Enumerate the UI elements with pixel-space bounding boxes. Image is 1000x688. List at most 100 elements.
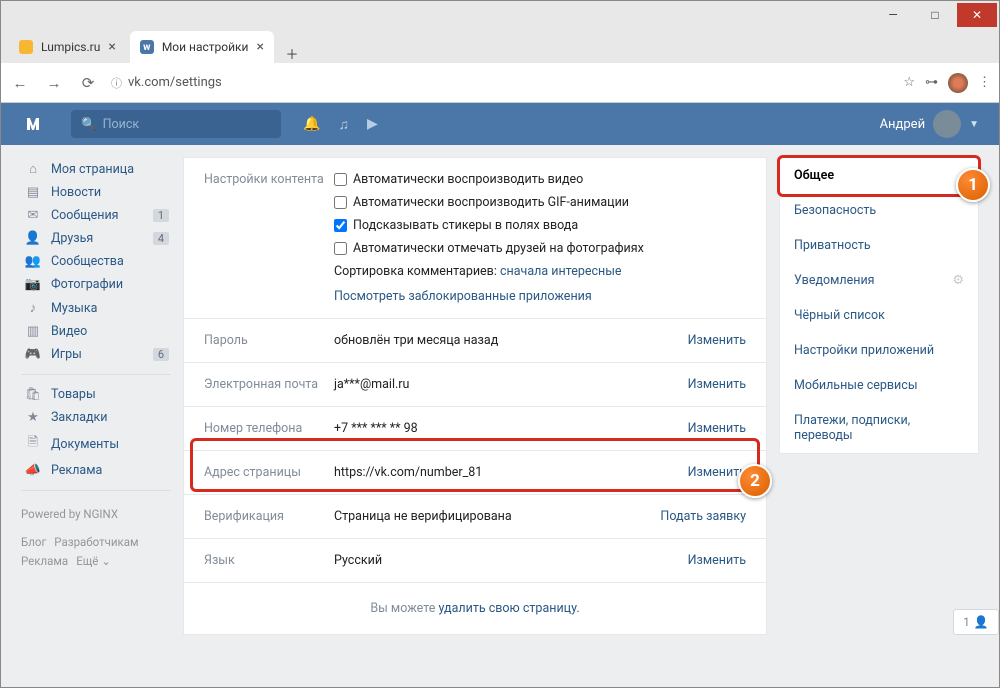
settings-nav-label: Уведомления xyxy=(794,273,875,288)
close-button[interactable]: ✕ xyxy=(957,3,997,27)
sidebar-item-music[interactable]: ♪ Музыка xyxy=(21,296,171,320)
content-checkbox[interactable]: Автоматически воспроизводить видео xyxy=(334,172,746,187)
sidebar-item-friends[interactable]: 👤 Друзья 4 xyxy=(21,227,171,250)
checkbox-input[interactable] xyxy=(334,242,347,255)
settings-nav-label: Общее xyxy=(794,168,834,183)
music-player-icon[interactable]: ♫ xyxy=(338,116,349,133)
ads-icon: 📣 xyxy=(23,463,43,478)
sidebar-item-news[interactable]: ▤ Новости xyxy=(21,181,171,204)
play-icon[interactable]: ▶ xyxy=(367,116,378,133)
back-button[interactable]: ← xyxy=(9,72,31,94)
address-bar[interactable]: ⓘ vk.com/settings xyxy=(111,75,891,91)
browser-menu-button[interactable]: ⋮ xyxy=(978,75,991,90)
settings-nav-item[interactable]: Чёрный список xyxy=(780,298,978,333)
sidebar-item-ads[interactable]: 📣 Реклама xyxy=(21,459,171,482)
sidebar-item-photos[interactable]: 📷 Фотографии xyxy=(21,273,171,296)
url-text: vk.com/settings xyxy=(128,75,222,90)
delete-prefix: Вы можете xyxy=(370,601,438,616)
tab-close-icon[interactable]: × xyxy=(256,39,263,55)
browser-tab-strip: Lumpics.ru × w Мои настройки × ＋ xyxy=(1,29,999,63)
settings-nav-item[interactable]: Общее xyxy=(780,158,978,193)
sidebar-badge: 6 xyxy=(153,348,169,361)
checkbox-input[interactable] xyxy=(334,219,347,232)
key-icon[interactable]: ⊶ xyxy=(925,75,938,90)
settings-main-panel: Настройки контента Автоматически воспрои… xyxy=(183,157,767,635)
row-action-link[interactable]: Изменить xyxy=(646,421,746,436)
star-icon[interactable]: ☆ xyxy=(903,75,915,90)
market-icon: 🛍 xyxy=(23,387,43,402)
footer-link[interactable]: Реклама xyxy=(21,552,68,570)
sidebar-item-docs[interactable]: 🗎 Документы xyxy=(21,429,171,459)
content-checkbox[interactable]: Подсказывать стикеры в полях ввода xyxy=(334,218,746,233)
sidebar-badge: 4 xyxy=(153,232,169,245)
row-action-link[interactable]: Изменить xyxy=(646,553,746,568)
content-checkbox[interactable]: Автоматически отмечать друзей на фотогра… xyxy=(334,241,746,256)
profile-avatar-button[interactable] xyxy=(948,73,968,93)
row-value: обновлён три месяца назад xyxy=(334,333,646,348)
scroll-top-counter[interactable]: 1 👤 xyxy=(953,609,999,635)
vk-logo-icon[interactable] xyxy=(21,109,51,139)
settings-row: Электронная почта ja***@mail.ru Изменить xyxy=(184,363,766,407)
checkbox-label: Подсказывать стикеры в полях ввода xyxy=(353,218,578,233)
gear-icon[interactable]: ⚙ xyxy=(952,273,964,288)
row-action-link[interactable]: Изменить xyxy=(646,333,746,348)
sidebar-item-messages[interactable]: ✉ Сообщения 1 xyxy=(21,204,171,227)
footer-link[interactable]: Ещё ⌄ xyxy=(76,552,111,570)
user-name: Андрей xyxy=(880,117,926,132)
vk-search-input[interactable]: 🔍 Поиск xyxy=(71,110,281,138)
sidebar-item-bookmarks[interactable]: ★ Закладки xyxy=(21,406,171,429)
checkbox-input[interactable] xyxy=(334,173,347,186)
minimize-button[interactable]: — xyxy=(873,3,913,27)
footer-link[interactable]: Разработчикам xyxy=(54,533,138,551)
settings-nav-item[interactable]: Уведомления ⚙ xyxy=(780,263,978,298)
notifications-icon[interactable]: 🔔 xyxy=(303,116,320,133)
browser-tab-lumpics[interactable]: Lumpics.ru × xyxy=(9,31,126,63)
sidebar-item-label: Документы xyxy=(51,437,119,452)
settings-nav-label: Приватность xyxy=(794,238,871,253)
settings-nav-label: Платежи, подписки, переводы xyxy=(794,413,964,443)
counter-value: 1 xyxy=(963,615,970,629)
reload-button[interactable]: ⟳ xyxy=(77,72,99,94)
sidebar-item-home[interactable]: ⌂ Моя страница xyxy=(21,157,171,181)
vk-top-header: 🔍 Поиск 🔔 ♫ ▶ Андрей ▼ xyxy=(1,103,999,145)
settings-nav-item[interactable]: Приватность xyxy=(780,228,978,263)
tab-close-icon[interactable]: × xyxy=(108,39,115,55)
row-action-link[interactable]: Подать заявку xyxy=(646,509,746,524)
blocked-apps-link[interactable]: Посмотреть заблокированные приложения xyxy=(334,289,746,304)
bookmarks-icon: ★ xyxy=(23,410,43,425)
settings-nav-item[interactable]: Настройки приложений xyxy=(780,333,978,368)
settings-row: Пароль обновлён три месяца назад Изменит… xyxy=(184,319,766,363)
site-info-icon[interactable]: ⓘ xyxy=(111,75,122,91)
settings-nav-item[interactable]: Мобильные сервисы xyxy=(780,368,978,403)
checkbox-input[interactable] xyxy=(334,196,347,209)
sidebar-item-videos[interactable]: ▥ Видео xyxy=(21,320,171,343)
sidebar-item-label: Закладки xyxy=(51,410,108,425)
delete-page-link[interactable]: удалить свою страницу. xyxy=(438,601,579,616)
sidebar-item-market[interactable]: 🛍 Товары xyxy=(21,383,171,406)
sidebar-item-communities[interactable]: 👥 Сообщества xyxy=(21,250,171,273)
vk-user-menu[interactable]: Андрей ▼ xyxy=(880,110,979,138)
photos-icon: 📷 xyxy=(23,277,43,292)
new-tab-button[interactable]: ＋ xyxy=(278,44,306,63)
settings-row: Верификация Страница не верифицирована П… xyxy=(184,495,766,539)
forward-button[interactable]: → xyxy=(43,72,65,94)
sidebar-item-games[interactable]: 🎮 Игры 6 xyxy=(21,343,171,366)
sort-value-link[interactable]: сначала интересные xyxy=(500,264,622,279)
tab-title: Мои настройки xyxy=(162,40,249,54)
row-action-link[interactable]: Изменить xyxy=(646,377,746,392)
footer-link[interactable]: Блог xyxy=(21,533,46,551)
settings-nav-label: Безопасность xyxy=(794,203,876,218)
content-checkbox[interactable]: Автоматически воспроизводить GIF-анимаци… xyxy=(334,195,746,210)
sidebar-item-label: Друзья xyxy=(51,231,93,246)
maximize-button[interactable]: □ xyxy=(915,3,955,27)
row-action-link[interactable]: Изменить xyxy=(646,465,746,480)
row-label: Верификация xyxy=(204,509,334,524)
favicon-lumpics xyxy=(19,40,33,54)
browser-tab-vk-settings[interactable]: w Мои настройки × xyxy=(130,31,274,63)
videos-icon: ▥ xyxy=(23,324,43,339)
music-icon: ♪ xyxy=(23,300,43,316)
settings-nav-item[interactable]: Безопасность xyxy=(780,193,978,228)
annotation-badge-1: 1 xyxy=(956,168,990,202)
settings-nav-item[interactable]: Платежи, подписки, переводы xyxy=(780,403,978,453)
checkbox-label: Автоматически воспроизводить GIF-анимаци… xyxy=(353,195,629,210)
